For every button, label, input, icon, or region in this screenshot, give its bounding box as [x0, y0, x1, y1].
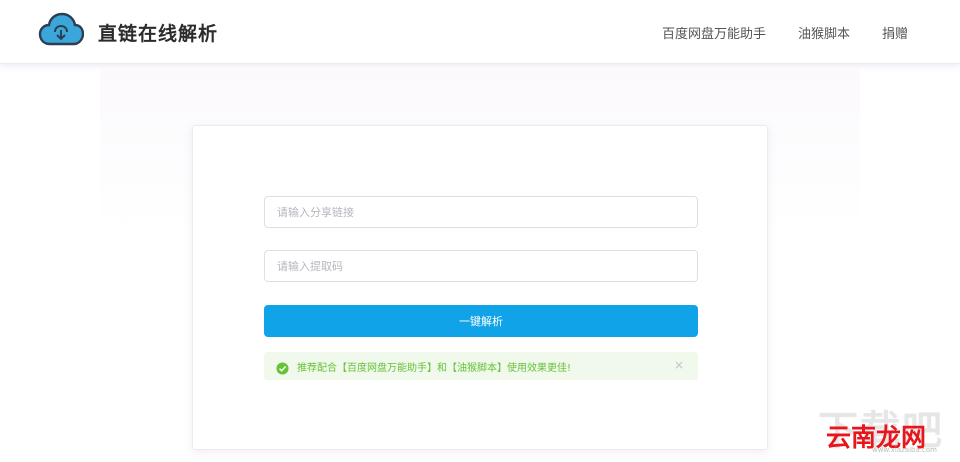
site-title: 直链在线解析 [98, 22, 219, 45]
parse-button[interactable]: 一键解析 [264, 305, 698, 337]
nav-donate[interactable]: 捐赠 [882, 23, 908, 42]
nav-baidu-helper[interactable]: 百度网盘万能助手 [662, 23, 766, 42]
check-circle-icon [276, 360, 289, 375]
share-link-input[interactable] [264, 196, 698, 228]
brand[interactable]: 直链在线解析 [38, 10, 218, 54]
watermark: 下载吧 云南龙网 www.xiazaiba.com [818, 398, 958, 460]
top-nav: 百度网盘万能助手 油猴脚本 捐赠 [630, 0, 908, 64]
extract-code-input[interactable] [264, 250, 698, 282]
cloud-icon [38, 10, 85, 54]
top-header: 直链在线解析 百度网盘万能助手 油猴脚本 捐赠 [0, 0, 960, 64]
close-icon[interactable]: × [674, 358, 684, 372]
tip-text: 推荐配合【百度网盘万能助手】和【油猴脚本】使用效果更佳! [297, 362, 572, 374]
nav-tampermonkey-script[interactable]: 油猴脚本 [798, 23, 850, 42]
tip-alert: 推荐配合【百度网盘万能助手】和【油猴脚本】使用效果更佳! × [264, 352, 698, 380]
parse-card: 一键解析 推荐配合【百度网盘万能助手】和【油猴脚本】使用效果更佳! × [192, 125, 768, 450]
watermark-url: www.xiazaiba.com [872, 446, 937, 454]
